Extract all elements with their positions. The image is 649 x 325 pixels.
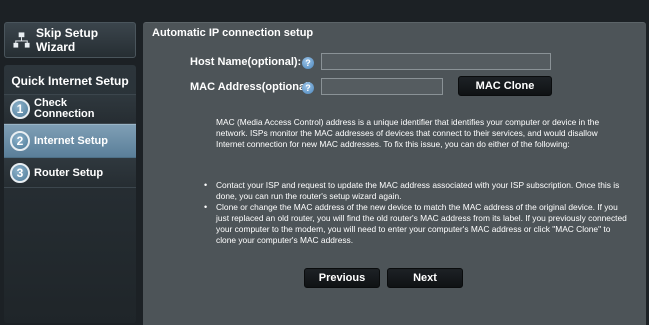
step-2-icon: 2 [10,131,30,151]
label-line-2: Connection [34,108,95,120]
mac-address-label: MAC Address(optional) [190,81,312,93]
sidebar-item-label: Internet Setup [34,135,108,147]
sidebar-item-router-setup[interactable]: 3 Router Setup [4,158,136,188]
network-icon [13,32,30,48]
section-title: Automatic IP connection setup [152,27,314,39]
list-item: Contact your ISP and request to update t… [204,180,628,202]
skip-setup-wizard-button[interactable]: Skip Setup Wizard [4,22,136,58]
host-name-label: Host Name(optional): [190,56,302,68]
sidebar-item-label: Check Connection [34,98,95,120]
skip-setup-wizard-label: Skip Setup Wizard [36,26,99,54]
mac-description: MAC (Media Access Control) address is a … [216,117,600,149]
sidebar-title: Quick Internet Setup [11,74,129,88]
mac-address-input[interactable] [321,78,443,95]
next-button[interactable]: Next [387,268,463,288]
previous-button[interactable]: Previous [304,268,380,288]
sidebar-item-label: Router Setup [34,166,104,179]
mac-clone-button[interactable]: MAC Clone [458,76,552,96]
step-3-icon: 3 [10,162,30,183]
sidebar-item-internet-setup[interactable]: 2 Internet Setup [4,124,136,158]
help-icon[interactable]: ? [302,57,314,69]
sidebar-item-check-connection[interactable]: 1 Check Connection [4,94,136,124]
host-name-input[interactable] [321,53,551,70]
options-list: Contact your ISP and request to update t… [204,180,628,246]
step-1-icon: 1 [10,99,30,119]
help-icon[interactable]: ? [302,82,314,94]
list-item: Clone or change the MAC address of the n… [204,202,628,246]
page: Skip Setup Wizard Quick Internet Setup 1… [0,0,649,325]
